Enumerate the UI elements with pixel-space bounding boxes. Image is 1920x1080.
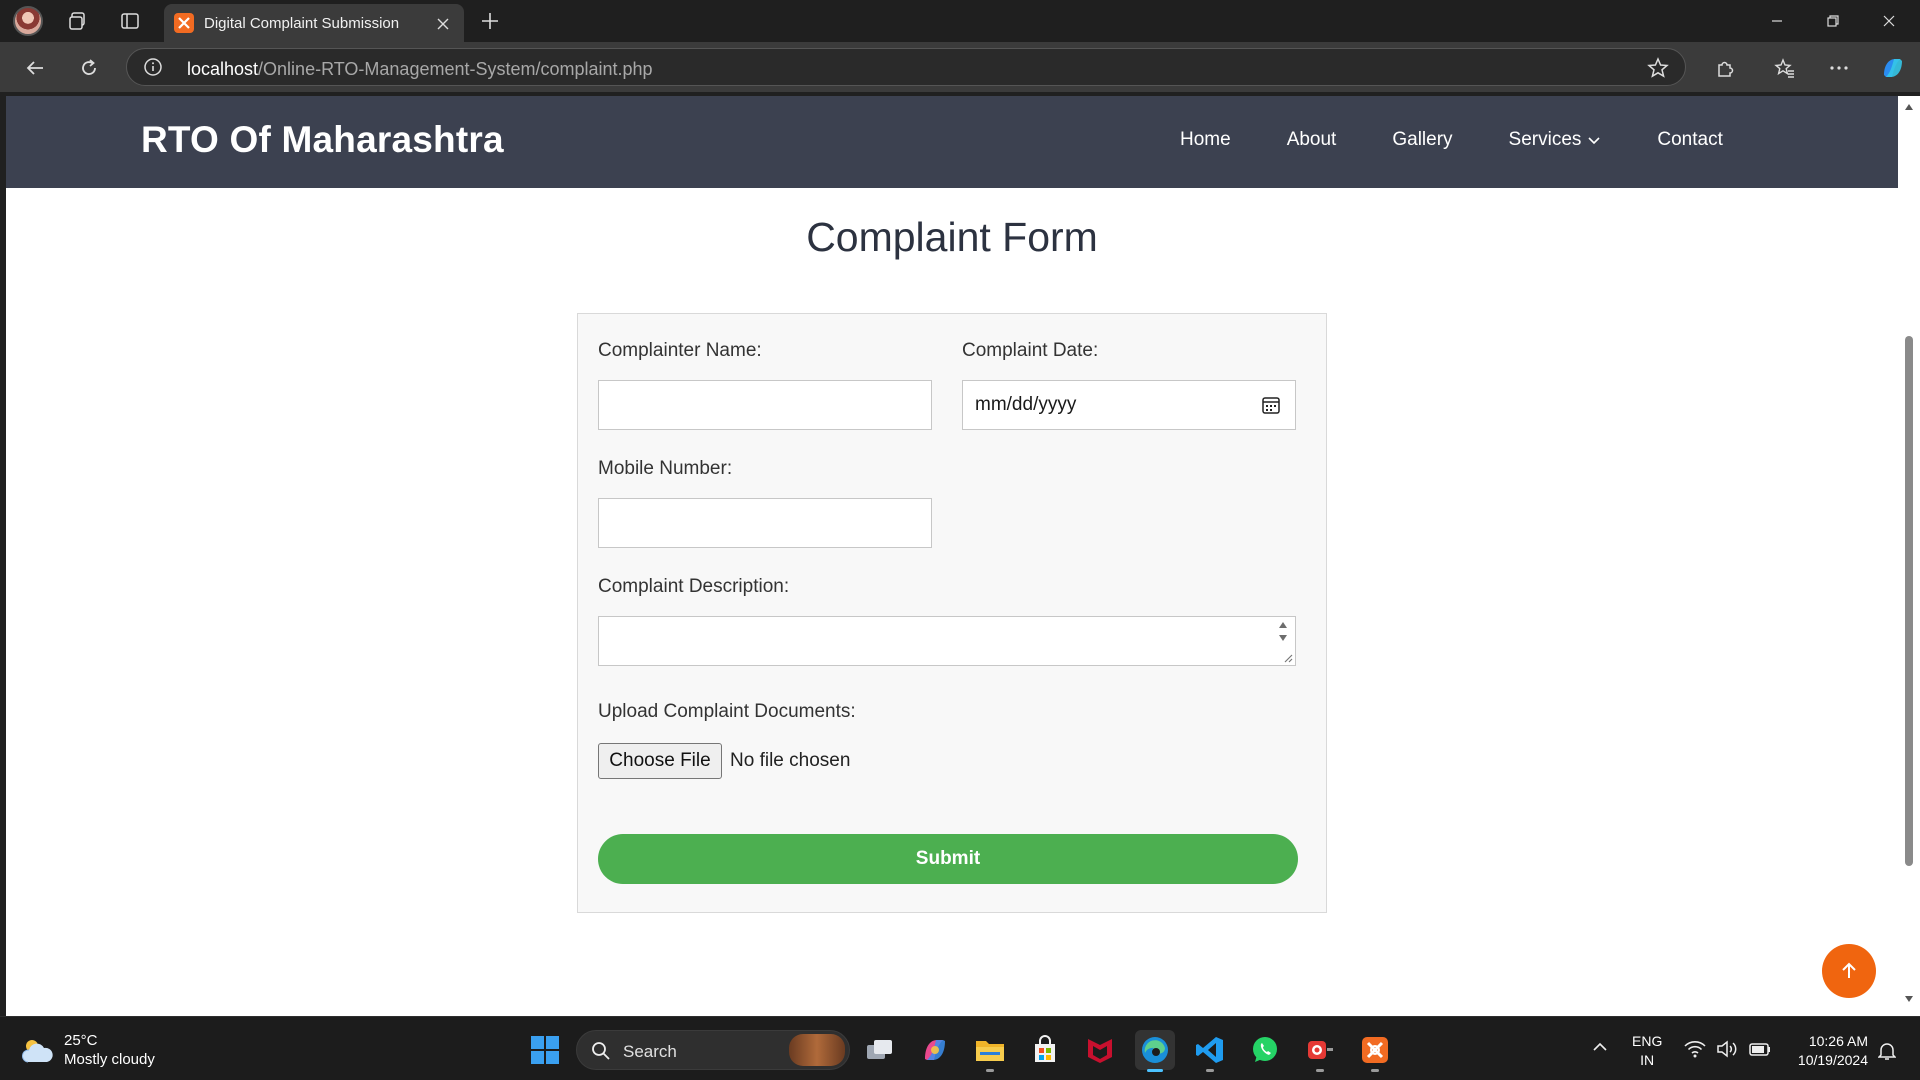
volume-icon[interactable] <box>1716 1039 1738 1059</box>
file-status-text: No file chosen <box>730 750 851 771</box>
task-view-icon[interactable] <box>860 1030 900 1070</box>
windows-start-icon[interactable] <box>530 1035 560 1065</box>
site-info-icon[interactable] <box>143 57 163 77</box>
mobile-number-label: Mobile Number: <box>598 458 733 479</box>
nav-gallery[interactable]: Gallery <box>1392 129 1452 151</box>
browser-tab[interactable]: Digital Complaint Submission <box>164 4 464 42</box>
tab-title: Digital Complaint Submission <box>204 15 400 32</box>
choose-file-button[interactable]: Choose File <box>598 743 722 779</box>
favorites-icon[interactable] <box>1768 51 1802 85</box>
running-indicator <box>1206 1069 1214 1072</box>
search-icon <box>592 1042 610 1060</box>
taskbar-search[interactable]: Search <box>576 1030 850 1070</box>
cloud-icon <box>22 1040 53 1063</box>
running-indicator <box>1316 1069 1324 1072</box>
weather-temp: 25°C <box>64 1032 98 1049</box>
clock-date: 10/19/2024 <box>1797 1052 1868 1068</box>
refresh-icon[interactable] <box>72 51 106 85</box>
notification-bell-icon[interactable] <box>1878 1041 1896 1061</box>
spin-arrows-icon[interactable] <box>1277 619 1289 645</box>
running-indicator <box>1371 1069 1379 1072</box>
nav-home[interactable]: Home <box>1180 129 1231 151</box>
language-code: ENG <box>1632 1033 1663 1049</box>
profile-avatar[interactable] <box>12 5 44 37</box>
complaint-date-label: Complaint Date: <box>962 340 1099 361</box>
screen-recorder-icon[interactable] <box>1300 1030 1340 1072</box>
running-indicator <box>986 1069 994 1072</box>
nav-contact[interactable]: Contact <box>1657 129 1722 151</box>
language-region: IN <box>1640 1052 1655 1068</box>
page-viewport: RTO Of Maharashtra Home About Gallery Se… <box>6 96 1898 1016</box>
back-to-top-button[interactable] <box>1822 944 1876 998</box>
scroll-up-arrow-icon[interactable] <box>1904 102 1914 112</box>
browser-toolbar: localhost/Online-RTO-Management-System/c… <box>0 42 1920 92</box>
nav-about[interactable]: About <box>1287 129 1337 151</box>
system-clock[interactable]: 10:26 AM 10/19/2024 <box>1782 1032 1868 1070</box>
complaint-description-input[interactable] <box>598 616 1296 666</box>
xampp-favicon-icon <box>174 13 194 33</box>
edge-browser-icon[interactable] <box>1135 1030 1175 1072</box>
site-logo[interactable]: RTO Of Maharashtra <box>141 119 504 161</box>
file-explorer-icon[interactable] <box>970 1030 1010 1072</box>
language-indicator[interactable]: ENG IN <box>1632 1032 1662 1070</box>
url-path: /Online-RTO-Management-System/complaint.… <box>258 59 653 79</box>
workspaces-icon[interactable] <box>62 5 94 37</box>
microsoft-store-icon[interactable] <box>1025 1030 1065 1070</box>
date-placeholder: mm/dd/yyyy <box>975 394 1077 415</box>
submit-button[interactable]: Submit <box>598 834 1298 884</box>
tab-close-icon[interactable] <box>432 13 454 35</box>
scroll-down-arrow-icon[interactable] <box>1904 994 1914 1004</box>
new-tab-icon[interactable] <box>474 5 506 37</box>
clock-time: 10:26 AM <box>1808 1033 1868 1049</box>
search-highlight-image <box>789 1034 845 1066</box>
mcafee-icon[interactable] <box>1080 1030 1120 1070</box>
nav-services-label: Services <box>1508 129 1582 150</box>
minimize-icon[interactable] <box>1750 0 1804 42</box>
copilot-app-icon[interactable] <box>915 1030 955 1070</box>
page-scrollbar[interactable] <box>1898 96 1920 1016</box>
browser-title-bar: Digital Complaint Submission <box>0 0 1920 42</box>
url-text: localhost/Online-RTO-Management-System/c… <box>187 59 653 80</box>
system-tray[interactable] <box>1684 1039 1772 1059</box>
active-indicator <box>1147 1069 1163 1072</box>
page-title: Complaint Form <box>806 214 1098 260</box>
restore-icon[interactable] <box>1806 0 1860 42</box>
scroll-thumb[interactable] <box>1905 336 1913 866</box>
back-arrow-icon[interactable] <box>18 51 52 85</box>
complainer-name-label: Complainter Name: <box>598 340 762 361</box>
weather-desc: Mostly cloudy <box>64 1051 155 1068</box>
mobile-number-input[interactable] <box>598 498 932 548</box>
arrow-up-icon <box>1842 962 1856 978</box>
extensions-icon[interactable] <box>1708 51 1742 85</box>
whatsapp-icon[interactable] <box>1245 1030 1285 1070</box>
nav-services[interactable]: Services <box>1509 129 1602 151</box>
xampp-icon[interactable] <box>1355 1030 1395 1072</box>
resize-grip-icon[interactable] <box>1283 653 1293 663</box>
calendar-icon[interactable] <box>1261 395 1281 415</box>
upload-documents-label: Upload Complaint Documents: <box>598 701 856 722</box>
chevron-up-icon[interactable] <box>1592 1039 1608 1055</box>
copilot-icon[interactable] <box>1876 51 1910 85</box>
vscode-icon[interactable] <box>1190 1030 1230 1072</box>
more-options-icon[interactable] <box>1822 51 1856 85</box>
site-header: RTO Of Maharashtra Home About Gallery Se… <box>6 96 1898 188</box>
complainer-name-input[interactable] <box>598 380 932 430</box>
complaint-date-input[interactable]: mm/dd/yyyy <box>962 380 1296 430</box>
complaint-form: Complainter Name: Complaint Date: mm/dd/… <box>577 313 1327 913</box>
vertical-tabs-icon[interactable] <box>114 5 146 37</box>
address-bar[interactable]: localhost/Online-RTO-Management-System/c… <box>126 48 1686 86</box>
search-label: Search <box>623 1042 677 1061</box>
battery-icon[interactable] <box>1748 1039 1772 1059</box>
weather-widget[interactable]: 25°C Mostly cloudy <box>20 1031 155 1069</box>
close-window-icon[interactable] <box>1862 0 1916 42</box>
windows-taskbar: 25°C Mostly cloudy Search ENG IN 10:26 A… <box>0 1016 1920 1080</box>
chevron-down-icon <box>1588 137 1600 145</box>
favorite-star-icon[interactable] <box>1647 57 1669 79</box>
wifi-icon[interactable] <box>1684 1039 1706 1059</box>
url-host: localhost <box>187 59 259 79</box>
main-nav: Home About Gallery Services Contact <box>1180 129 1723 151</box>
complaint-description-label: Complaint Description: <box>598 576 790 597</box>
